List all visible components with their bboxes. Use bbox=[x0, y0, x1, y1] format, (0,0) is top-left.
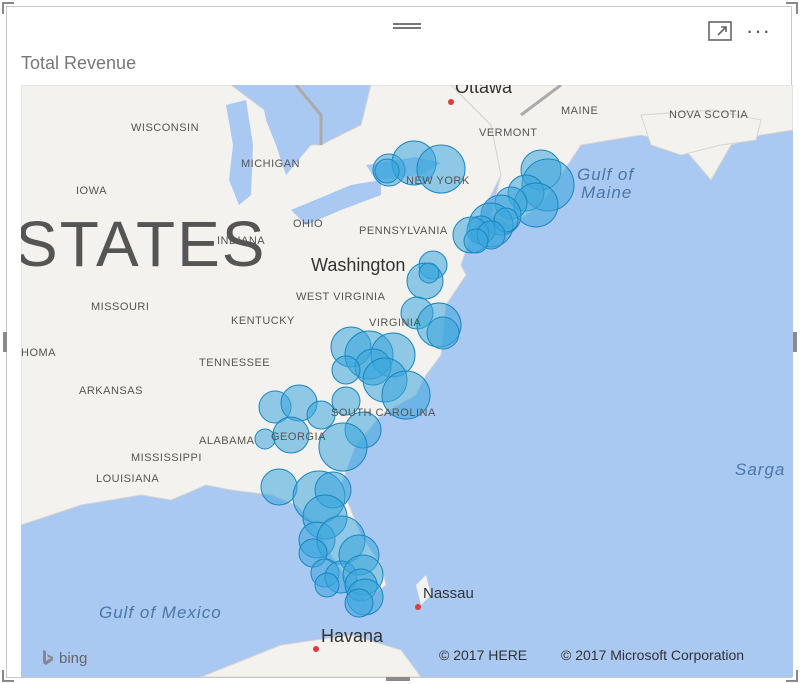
label-michigan: MICHIGAN bbox=[241, 158, 300, 170]
label-south-carolina: SOUTH CAROLINA bbox=[331, 407, 436, 419]
label-kentucky: KENTUCKY bbox=[231, 315, 295, 327]
label-virginia: VIRGINIA bbox=[369, 317, 422, 329]
bing-logo-icon bbox=[43, 650, 53, 665]
label-pennsylvania: PENNSYLVANIA bbox=[359, 225, 448, 237]
focus-mode-icon[interactable] bbox=[708, 21, 732, 41]
more-options-icon[interactable]: ··· bbox=[746, 20, 771, 42]
map-visual-container[interactable]: ··· Total Revenue WISCONSIN MICHIGAN IOW… bbox=[6, 6, 793, 678]
map-canvas bbox=[21, 85, 793, 677]
label-tennessee: TENNESSEE bbox=[199, 357, 271, 369]
label-new-york: NEW YORK bbox=[406, 175, 470, 187]
revenue-bubble[interactable] bbox=[318, 422, 368, 472]
label-iowa: IOWA bbox=[76, 185, 107, 197]
label-louisiana: LOUISIANA bbox=[96, 473, 160, 485]
marker-nassau bbox=[415, 604, 421, 610]
revenue-bubble[interactable] bbox=[418, 262, 440, 284]
revenue-bubble[interactable] bbox=[314, 572, 340, 598]
attribution-microsoft: © 2017 Microsoft Corporation bbox=[561, 647, 745, 663]
attribution-here: © 2017 HERE bbox=[439, 647, 528, 663]
label-oklahoma: HOMA bbox=[21, 347, 56, 359]
revenue-bubble[interactable] bbox=[426, 316, 460, 350]
label-washington: Washington bbox=[311, 255, 406, 275]
marker-havana bbox=[313, 646, 319, 652]
resize-handle-bottom-left[interactable] bbox=[2, 670, 14, 682]
marker-ottawa bbox=[448, 99, 454, 105]
label-ohio: OHIO bbox=[293, 218, 324, 230]
bubble-map[interactable]: WISCONSIN MICHIGAN IOWA OHIO INDIANA PEN… bbox=[21, 85, 793, 677]
resize-handle-right[interactable] bbox=[793, 332, 797, 352]
label-west-virginia: WEST VIRGINIA bbox=[296, 291, 386, 303]
visual-title: Total Revenue bbox=[21, 53, 137, 73]
resize-handle-bottom[interactable] bbox=[386, 677, 410, 681]
bing-logo-text: bing bbox=[59, 649, 88, 667]
label-gulf-of-maine-1: Gulf of bbox=[577, 165, 635, 184]
label-maine: MAINE bbox=[561, 105, 599, 117]
revenue-bubble[interactable] bbox=[463, 228, 489, 254]
label-arkansas: ARKANSAS bbox=[79, 385, 143, 397]
label-nova-scotia: NOVA SCOTIA bbox=[669, 109, 749, 121]
label-vermont: VERMONT bbox=[479, 127, 538, 139]
drag-grip-icon[interactable] bbox=[393, 21, 421, 31]
resize-handle-top-right[interactable] bbox=[786, 2, 798, 14]
resize-handle-left[interactable] bbox=[3, 332, 7, 352]
label-mississippi: MISSISSIPPI bbox=[131, 452, 202, 464]
label-gulf-of-mexico: Gulf of Mexico bbox=[99, 603, 222, 622]
label-alabama: ALABAMA bbox=[199, 435, 255, 447]
label-nassau: Nassau bbox=[423, 585, 474, 602]
label-havana: Havana bbox=[321, 626, 384, 646]
label-ottawa: Ottawa bbox=[455, 85, 513, 97]
label-georgia: GEORGIA bbox=[271, 431, 326, 443]
label-gulf-of-maine-2: Maine bbox=[581, 183, 633, 202]
label-missouri: MISSOURI bbox=[91, 301, 150, 313]
revenue-bubble[interactable] bbox=[260, 468, 298, 506]
bing-logo: bing bbox=[41, 649, 87, 667]
label-sargasso: Sarga bbox=[735, 460, 786, 479]
revenue-bubble[interactable] bbox=[374, 158, 400, 184]
label-wisconsin: WISCONSIN bbox=[131, 122, 200, 134]
revenue-bubble[interactable] bbox=[344, 588, 374, 618]
resize-handle-bottom-right[interactable] bbox=[786, 670, 798, 682]
label-country-states: STATES bbox=[21, 208, 267, 280]
resize-handle-top-left[interactable] bbox=[2, 2, 14, 14]
revenue-bubble[interactable] bbox=[331, 355, 361, 385]
